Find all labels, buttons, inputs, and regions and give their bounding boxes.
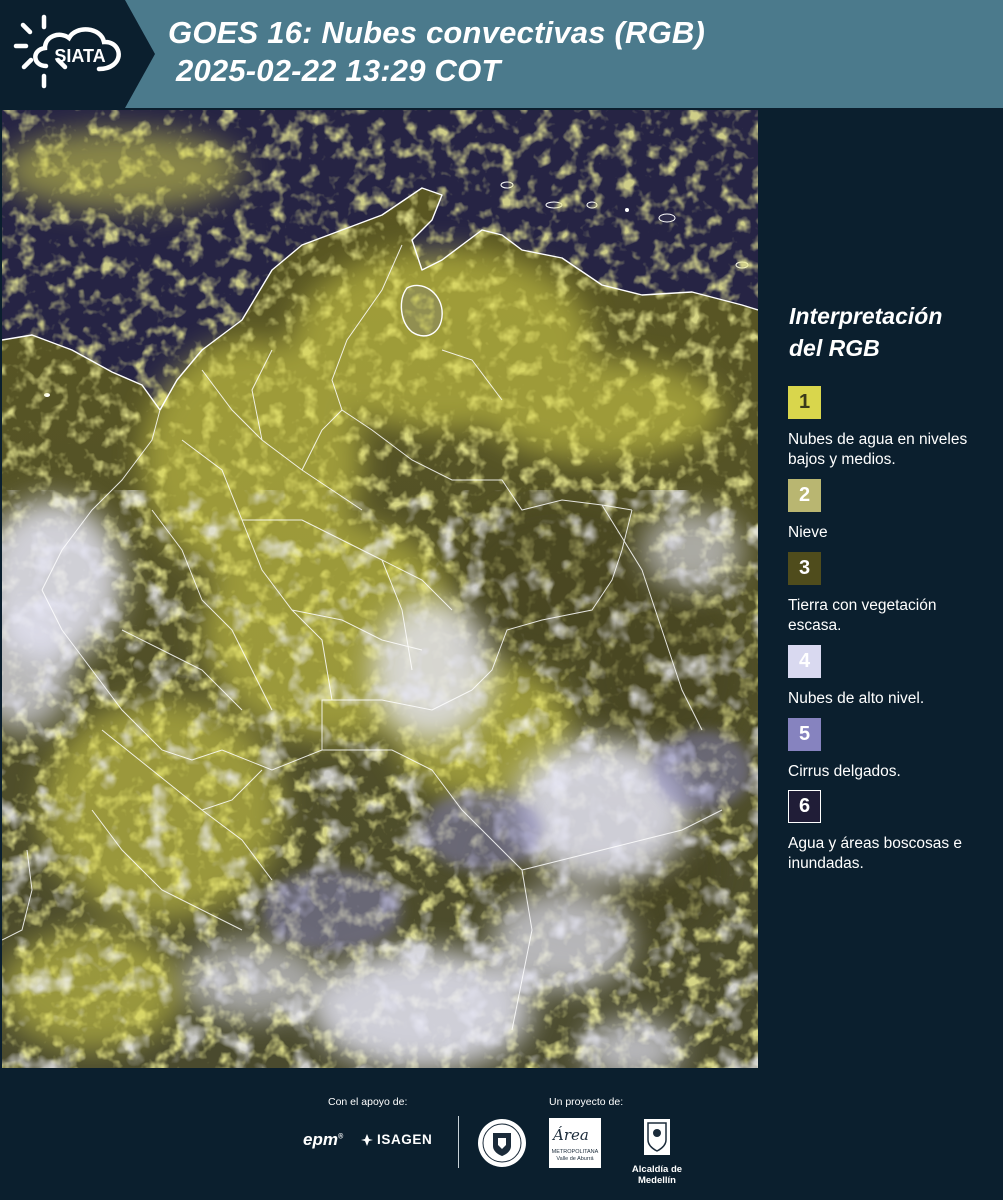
amva-logo-subtitle-1: METROPOLITANA xyxy=(551,1149,599,1155)
legend-item-2: 2 Nieve xyxy=(788,479,988,543)
isagen-logo[interactable]: ISAGEN xyxy=(360,1132,432,1147)
legend-label-4: Nubes de alto nivel. xyxy=(788,690,925,707)
legend-number-1: 1 xyxy=(798,391,811,413)
legend-title-line1: Interpretación xyxy=(789,303,943,329)
amva-logo-subtitle: METROPOLITANA Valle de Aburrá xyxy=(550,1149,600,1163)
legend-swatch-1: 1 xyxy=(788,386,821,419)
legend-item-1: 1 Nubes de agua en niveles bajos y medio… xyxy=(788,386,988,470)
legend-swatch-3: 3 xyxy=(788,552,821,585)
legend-item-6: 6 Agua y áreas boscosas e inundadas. xyxy=(788,790,988,874)
university-seal[interactable] xyxy=(477,1118,527,1173)
footer: Con el apoyo de: Un proyecto de: epm® IS… xyxy=(0,1068,1003,1200)
legend-item-5: 5 Cirrus delgados. xyxy=(788,718,988,782)
map-title: GOES 16: Nubes convectivas (RGB) xyxy=(168,15,706,50)
alcaldia-medellin-logo[interactable]: Alcaldía de Medellín xyxy=(612,1118,702,1186)
legend-item-4: 4 Nubes de alto nivel. xyxy=(788,645,988,709)
satellite-map[interactable] xyxy=(2,110,758,1068)
area-metropolitana-logo[interactable]: Área METROPOLITANA Valle de Aburrá xyxy=(549,1118,601,1168)
legend-swatch-6: 6 xyxy=(788,790,821,823)
amva-logo-subtitle-2: Valle de Aburrá xyxy=(556,1156,594,1162)
legend-number-6: 6 xyxy=(798,795,811,817)
legend-label-6: Agua y áreas boscosas e inundadas. xyxy=(788,835,963,872)
project-label: Un proyecto de: xyxy=(549,1096,624,1108)
legend-swatch-4: 4 xyxy=(788,645,821,678)
legend-title: Interpretación del RGB xyxy=(789,300,989,364)
legend-label-3: Tierra con vegetación escasa. xyxy=(788,597,937,634)
legend-label-1: Nubes de agua en niveles bajos y medios. xyxy=(788,431,968,468)
legend-label-5: Cirrus delgados. xyxy=(788,763,901,780)
legend-number-3: 3 xyxy=(798,557,811,579)
epm-logo-text: epm xyxy=(303,1130,338,1149)
siata-logo-text: SIATA xyxy=(54,46,105,66)
epm-logo[interactable]: epm® xyxy=(303,1130,343,1150)
isagen-symbol-icon xyxy=(361,1133,373,1146)
legend-item-3: 3 Tierra con vegetación escasa. xyxy=(788,552,988,636)
support-label: Con el apoyo de: xyxy=(328,1096,408,1108)
isagen-logo-text: ISAGEN xyxy=(377,1132,433,1147)
legend-number-2: 2 xyxy=(798,484,811,506)
footer-divider xyxy=(458,1116,459,1168)
map-timestamp: 2025-02-22 13:29 COT xyxy=(176,53,501,88)
legend-number-4: 4 xyxy=(798,650,811,672)
siata-logo-icon: SIATA xyxy=(0,0,155,108)
legend-swatch-2: 2 xyxy=(788,479,821,512)
legend-title-line2: del RGB xyxy=(789,335,880,361)
legend-number-5: 5 xyxy=(798,723,811,745)
satellite-image xyxy=(2,110,758,1068)
siata-logo[interactable]: SIATA xyxy=(0,0,155,108)
header: SIATA GOES 16: Nubes convectivas (RGB) 2… xyxy=(0,0,1003,108)
medellin-logo-text: Alcaldía de Medellín xyxy=(631,1164,683,1186)
amva-logo-title: Área xyxy=(553,1126,589,1144)
medellin-shield-icon xyxy=(644,1119,670,1155)
seal-icon xyxy=(478,1119,526,1167)
legend-swatch-5: 5 xyxy=(788,718,821,751)
legend-label-2: Nieve xyxy=(788,524,828,541)
